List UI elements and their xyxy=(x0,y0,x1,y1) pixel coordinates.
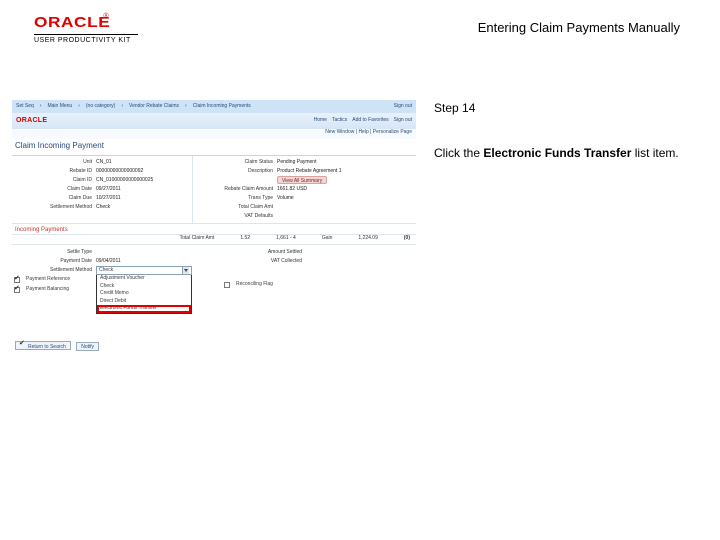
claimstatus-label: Claim Status xyxy=(195,160,273,166)
rebateid-label: Rebate ID xyxy=(14,169,92,175)
oracle-logo: ORACLE xyxy=(34,14,110,31)
page-title: Claim Incoming Payment xyxy=(12,139,416,155)
claimstatus-value: Pending Payment xyxy=(277,160,316,166)
totals-row: Total Claim Amt 1.52 1,661 - 4 Gain 1,22… xyxy=(12,234,416,245)
registered-mark: ® xyxy=(103,13,108,20)
settlement-method-dropdown[interactable]: Check Adjustment Voucher Check Credit Me… xyxy=(96,266,192,275)
instr-bold: Electronic Funds Transfer xyxy=(483,146,631,160)
paymentdate-value: 09/04/2011 xyxy=(96,259,121,265)
rebclamt-value: 1661.82 USD xyxy=(277,187,307,193)
option-electronic-funds-transfer[interactable]: Electronic Funds Transfer xyxy=(97,305,191,313)
paybal-checkbox[interactable] xyxy=(14,287,20,293)
claimid-value: CN_01000000000000025 xyxy=(96,178,153,184)
vat-label: VAT Defaults xyxy=(195,214,273,220)
paymentdate-label: Payment Date xyxy=(14,259,92,265)
transtype-label: Trans Type xyxy=(195,196,273,202)
reconcile-checkbox[interactable] xyxy=(224,282,230,288)
oracle-mini-logo: ORACLE xyxy=(16,117,47,125)
reconcile-label: Reconciling Flag xyxy=(236,282,273,288)
chevron-right-icon xyxy=(78,104,80,110)
totals-a-value: 1.52 xyxy=(240,236,250,242)
screenshot-mock: Set Seq Main Menu (no category) Vendor R… xyxy=(12,100,416,353)
breadcrumb: Set Seq Main Menu (no category) Vendor R… xyxy=(12,100,416,113)
option-credit-memo[interactable]: Credit Memo xyxy=(97,290,191,298)
dropdown-list: Adjustment Voucher Check Credit Memo Dir… xyxy=(96,275,192,314)
link-tactics[interactable]: Tactics xyxy=(332,118,347,124)
unit-value: CN_01 xyxy=(96,160,112,166)
app-brand-bar: ORACLE Home Tactics Add to Favorites Sig… xyxy=(12,113,416,129)
option-adjustment-voucher[interactable]: Adjustment Voucher xyxy=(97,275,191,283)
link-favorites[interactable]: Add to Favorites xyxy=(352,118,388,124)
vatcollected-label: VAT Collected xyxy=(224,259,302,265)
option-check[interactable]: Check xyxy=(97,283,191,291)
unit-label: Unit xyxy=(14,160,92,166)
settlemethod-label: Settlement Method xyxy=(14,205,92,211)
chevron-down-icon[interactable] xyxy=(182,267,189,274)
claimid-label: Claim ID xyxy=(14,178,92,184)
notify-button[interactable]: Notify xyxy=(76,342,99,351)
totals-d: (0) xyxy=(404,236,410,242)
claimdue-value: 10/27/2011 xyxy=(96,196,121,202)
amtsettled-label: Amount Settled xyxy=(224,250,302,256)
totals-c-label: Gain xyxy=(322,236,333,242)
paybal-label: Payment Balancing xyxy=(26,287,69,293)
chevron-right-icon xyxy=(185,104,187,110)
settlemethod2-label: Settlement Method xyxy=(14,268,92,274)
dropdown-selected: Check xyxy=(99,268,113,274)
signout-link[interactable]: Sign out xyxy=(394,104,412,110)
instr-post: list item. xyxy=(631,146,678,160)
payref-label: Payment Reference xyxy=(26,277,70,283)
totclamt-label: Total Claim Amt xyxy=(195,205,273,211)
totals-b: 1,661 - 4 xyxy=(276,236,296,242)
step-label: Step 14 xyxy=(434,100,694,117)
crumb-item[interactable]: Vendor Rebate Claims xyxy=(129,104,179,110)
totals-c-value: 1,224.09 xyxy=(358,236,377,242)
option-direct-debit[interactable]: Direct Debit xyxy=(97,298,191,306)
crumb-item[interactable]: Main Menu xyxy=(47,104,72,110)
claimdate-value: 09/27/2011 xyxy=(96,187,121,193)
instruction-text: Click the Electronic Funds Transfer list… xyxy=(434,145,694,162)
settlemethod-value: Check xyxy=(96,205,110,211)
claimdue-label: Claim Due xyxy=(14,196,92,202)
link-home[interactable]: Home xyxy=(314,118,327,124)
crumb-item[interactable]: (no category) xyxy=(86,104,115,110)
settletype-label: Settle Type xyxy=(14,250,92,256)
rebateid-value: 00000000000000092 xyxy=(96,169,143,175)
utility-links[interactable]: New Window | Help | Personalize Page xyxy=(12,129,416,139)
chevron-right-icon xyxy=(121,104,123,110)
crumb-item[interactable]: Set Seq xyxy=(16,104,34,110)
incoming-payments-header: Incoming Payments xyxy=(12,223,416,235)
crumb-item[interactable]: Claim Incoming Payments xyxy=(193,104,251,110)
upk-subtitle: USER PRODUCTIVITY KIT xyxy=(34,34,138,44)
transtype-value: Volume xyxy=(277,196,294,202)
desc-value: Product Rebate Agreement 1 xyxy=(277,169,342,175)
chevron-right-icon xyxy=(40,104,42,110)
return-to-search-button[interactable]: Return to Search xyxy=(15,341,71,350)
rebclamt-label: Rebate Claim Amount xyxy=(195,187,273,193)
link-signout[interactable]: Sign out xyxy=(394,118,412,124)
view-summary-button[interactable]: View All Summary xyxy=(277,176,327,184)
claimdate-label: Claim Date xyxy=(14,187,92,193)
oracle-logo-block: ORACLE ® USER PRODUCTIVITY KIT xyxy=(34,14,138,44)
desc-label: Description xyxy=(195,169,273,175)
totals-a-label: Total Claim Amt xyxy=(180,236,215,242)
payref-checkbox[interactable] xyxy=(14,277,20,283)
doc-title: Entering Claim Payments Manually xyxy=(478,14,690,35)
instr-pre: Click the xyxy=(434,146,483,160)
